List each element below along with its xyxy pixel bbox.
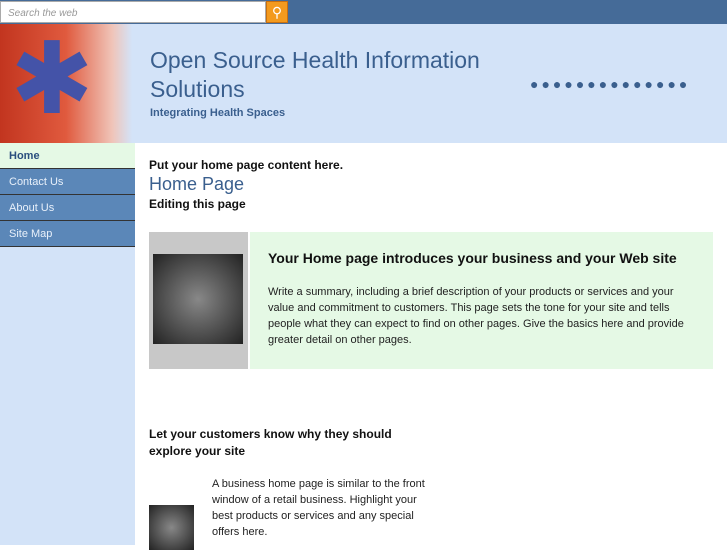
feature-box: Your Home page introduces your business … bbox=[149, 232, 713, 369]
main-content: Put your home page content here. Home Pa… bbox=[149, 143, 719, 550]
nav-contact-us[interactable]: Contact Us bbox=[0, 169, 135, 195]
site-tagline: Integrating Health Spaces bbox=[150, 107, 286, 119]
editing-heading: Editing this page bbox=[149, 197, 246, 211]
section2-image bbox=[149, 505, 194, 550]
banner-image: ✱ bbox=[0, 24, 132, 143]
feature-title: Your Home page introduces your business … bbox=[268, 250, 677, 266]
site-title: Open Source Health Information Solutions bbox=[150, 47, 480, 102]
section2-title: Let your customers know why they should … bbox=[149, 427, 392, 458]
intro-text: Put your home page content here. bbox=[149, 158, 344, 172]
search-input[interactable]: Search the web bbox=[0, 1, 266, 23]
nav-about-us[interactable]: About Us bbox=[0, 195, 135, 221]
banner: ✱ Open Source Health Information Solutio… bbox=[0, 24, 727, 143]
feature-text: Write a summary, including a brief descr… bbox=[268, 286, 684, 346]
decorative-dots: ●●●●●●●●●●●●●● bbox=[530, 76, 691, 92]
nav-site-map[interactable]: Site Map bbox=[0, 221, 135, 247]
page-title: Home Page bbox=[149, 174, 245, 194]
search-button[interactable]: ⚲ bbox=[266, 1, 288, 23]
search-icon: ⚲ bbox=[271, 4, 283, 20]
section2-text: A business home page is similar to the f… bbox=[212, 478, 425, 538]
feature-image bbox=[149, 232, 248, 369]
nav-home[interactable]: Home bbox=[0, 143, 135, 169]
sidebar: Home Contact Us About Us Site Map bbox=[0, 143, 135, 545]
star-of-life-icon: ✱ bbox=[10, 23, 94, 135]
